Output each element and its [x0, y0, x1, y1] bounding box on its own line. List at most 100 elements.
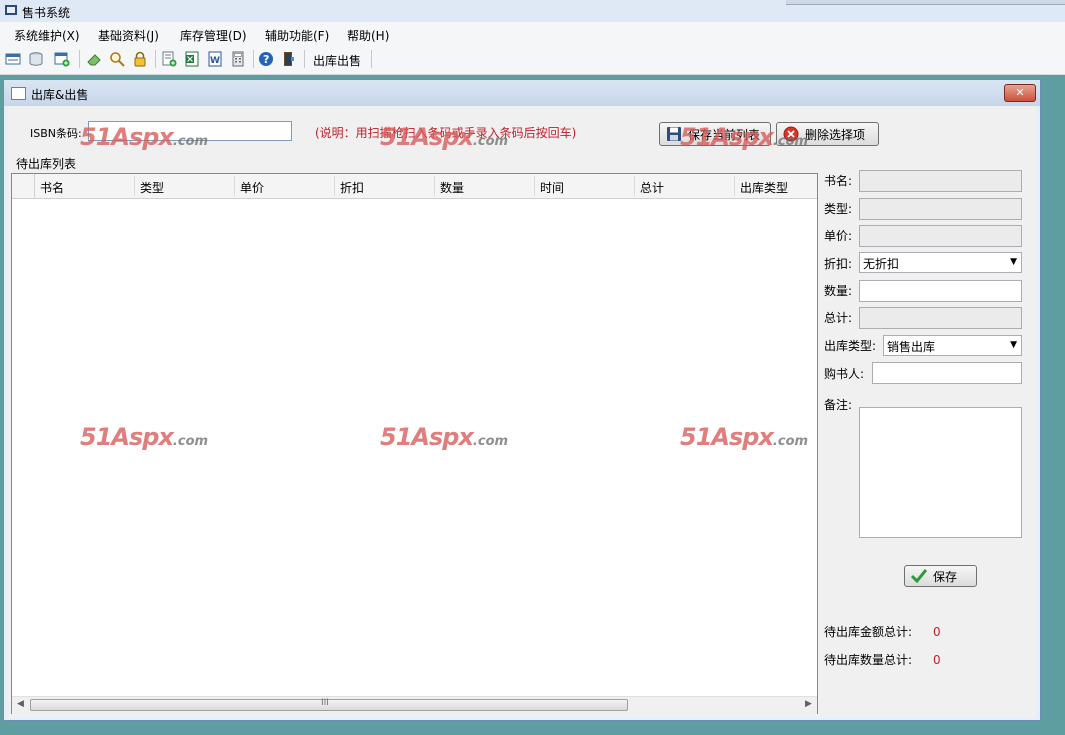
column-divider — [234, 176, 235, 196]
menu-basic-data[interactable]: 基础资料(J) — [98, 27, 159, 44]
book-name-field — [859, 170, 1022, 192]
chevron-down-icon: ▼ — [1010, 340, 1017, 350]
total-label: 总计: — [824, 311, 853, 325]
toolbar: W ? 出库出售 — [0, 46, 1065, 75]
discount-value: 无折扣 — [863, 257, 900, 271]
window-titlebar: 出库&出售 ✕ — [4, 80, 1040, 106]
add-record-icon[interactable] — [161, 51, 177, 67]
svg-text:W: W — [210, 56, 220, 66]
remark-textarea[interactable] — [859, 407, 1022, 538]
delete-selected-label: 删除选择项 — [805, 127, 866, 142]
list-icon[interactable] — [5, 51, 21, 67]
pending-outbound-grid[interactable]: 书名 类型 单价 折扣 数量 时间 总计 出库类型 ◀ III ▶ — [11, 173, 818, 714]
help-icon[interactable]: ? — [258, 51, 274, 67]
toolbar-separator — [371, 50, 372, 68]
column-divider — [634, 176, 635, 196]
remark-label: 备注: — [824, 398, 853, 412]
menu-system[interactable]: 系统维护(X) — [14, 27, 80, 44]
pending-amount-label: 待出库金额总计: — [824, 625, 913, 639]
buyer-input[interactable] — [872, 362, 1022, 384]
add-window-icon[interactable] — [54, 51, 70, 67]
save-button[interactable]: 保存 — [904, 565, 977, 587]
outbound-window: 出库&出售 ✕ ISBN条码: (说明：用扫描枪扫入条码或手录入条码后按回车) … — [3, 79, 1041, 721]
discount-select[interactable]: 无折扣 ▼ — [859, 252, 1022, 273]
eraser-icon[interactable] — [86, 51, 102, 67]
column-divider — [334, 176, 335, 196]
column-divider — [434, 176, 435, 196]
svg-text:?: ? — [263, 53, 269, 66]
toolbar-outbound-button[interactable]: 出库出售 — [313, 52, 361, 69]
discount-label: 折扣: — [824, 257, 853, 271]
column-price[interactable]: 单价 — [240, 179, 264, 196]
price-label: 单价: — [824, 229, 853, 243]
type-label: 类型: — [824, 202, 853, 216]
column-type[interactable]: 类型 — [140, 179, 164, 196]
total-field — [859, 307, 1022, 329]
menu-tools[interactable]: 辅助功能(F) — [265, 27, 329, 44]
scrollbar-thumb[interactable]: III — [30, 698, 628, 711]
outbound-type-value: 销售出库 — [887, 340, 936, 354]
column-time[interactable]: 时间 — [540, 179, 564, 196]
toolbar-separator — [253, 50, 254, 68]
isbn-label: ISBN条码: — [30, 127, 82, 140]
window-title: 出库&出售 — [31, 88, 89, 102]
chevron-down-icon: ▼ — [1010, 257, 1017, 267]
scroll-right-icon[interactable]: ▶ — [805, 699, 812, 709]
detail-panel: 书名: 类型: 单价: 折扣: 无折扣 ▼ 数量: 总计: 出库类型: 销售出库… — [820, 160, 1036, 714]
window-icon — [11, 87, 26, 100]
delete-selected-button[interactable]: 删除选择项 — [776, 122, 879, 146]
toolbar-separator — [79, 50, 80, 68]
lock-icon[interactable] — [132, 51, 148, 67]
menu-help[interactable]: 帮助(H) — [347, 27, 389, 44]
toolbar-separator — [304, 50, 305, 68]
column-divider — [134, 176, 135, 196]
scroll-grip-icon: III — [321, 698, 329, 708]
calculator-icon[interactable] — [230, 51, 246, 67]
database-icon[interactable] — [28, 51, 44, 67]
isbn-hint: (说明：用扫描枪扫入条码或手录入条码后按回车) — [315, 126, 577, 140]
checkmark-icon — [911, 569, 927, 583]
save-label: 保存 — [933, 569, 958, 584]
price-field — [859, 225, 1022, 247]
pending-quantity-label: 待出库数量总计: — [824, 653, 913, 667]
floppy-disk-icon — [667, 127, 681, 141]
column-discount[interactable]: 折扣 — [340, 179, 364, 196]
quantity-input[interactable] — [859, 280, 1022, 302]
column-divider — [534, 176, 535, 196]
app-titlebar: 售书系统 — [0, 0, 1065, 23]
isbn-input[interactable] — [88, 121, 292, 141]
word-icon[interactable]: W — [207, 51, 223, 67]
excel-icon[interactable] — [184, 51, 200, 67]
column-quantity[interactable]: 数量 — [440, 179, 464, 196]
menu-inventory[interactable]: 库存管理(D) — [180, 27, 247, 44]
outbound-type-label: 出库类型: — [824, 339, 877, 353]
book-name-label: 书名: — [824, 174, 853, 188]
menu-bar: 系统维护(X) 基础资料(J) 库存管理(D) 辅助功能(F) 帮助(H) — [0, 22, 1065, 46]
column-total[interactable]: 总计 — [640, 179, 664, 196]
app-title: 售书系统 — [22, 6, 71, 20]
buyer-label: 购书人: — [824, 367, 865, 381]
toolbar-separator — [155, 50, 156, 68]
window-body: ISBN条码: (说明：用扫描枪扫入条码或手录入条码后按回车) 保存当前列表 删… — [8, 106, 1036, 718]
app-logo-icon — [5, 5, 17, 15]
grid-header: 书名 类型 单价 折扣 数量 时间 总计 出库类型 — [12, 174, 817, 199]
window-close-button[interactable]: ✕ — [1004, 84, 1036, 102]
delete-icon — [783, 126, 799, 142]
titlebar-strip — [786, 0, 1065, 5]
type-field — [859, 198, 1022, 220]
pending-list-title: 待出库列表 — [16, 157, 77, 171]
pending-amount-value: 0 — [933, 625, 941, 639]
outbound-type-select[interactable]: 销售出库 ▼ — [883, 335, 1022, 356]
grid-row-header — [12, 174, 35, 198]
save-list-button[interactable]: 保存当前列表 — [659, 122, 771, 146]
pending-quantity-value: 0 — [933, 653, 941, 667]
column-divider — [734, 176, 735, 196]
horizontal-scrollbar[interactable]: ◀ III ▶ — [12, 696, 817, 714]
column-outbound-type[interactable]: 出库类型 — [740, 179, 788, 196]
search-icon[interactable] — [109, 51, 125, 67]
column-book-name[interactable]: 书名 — [40, 179, 64, 196]
exit-icon[interactable] — [281, 51, 297, 67]
save-list-label: 保存当前列表 — [688, 127, 761, 142]
quantity-label: 数量: — [824, 284, 853, 298]
scroll-left-icon[interactable]: ◀ — [17, 699, 24, 709]
